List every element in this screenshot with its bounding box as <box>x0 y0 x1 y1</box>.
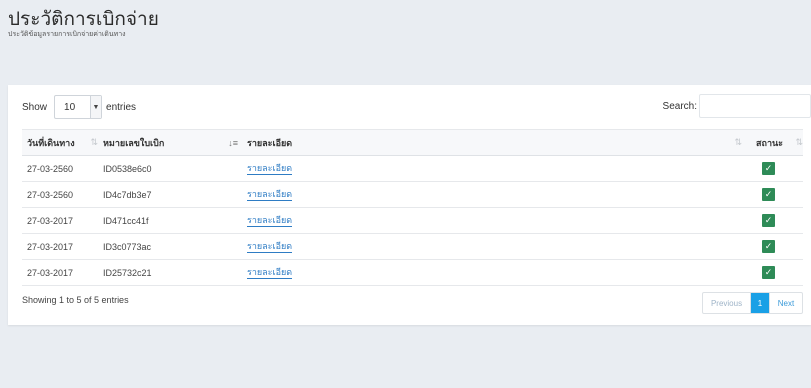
cell-date: 27-03-2560 <box>27 189 74 200</box>
pagination: Previous 1 Next <box>702 292 803 314</box>
column-label: วันที่เดินทาง <box>27 137 75 148</box>
detail-link[interactable]: รายละเอียด <box>247 189 293 201</box>
table-header: วันที่เดินทาง ⇅ หมายเลขใบเบิก ↓≡ รายละเอ… <box>22 129 803 156</box>
entries-label: entries <box>106 101 137 113</box>
detail-link[interactable]: รายละเอียด <box>247 163 293 175</box>
column-header-date[interactable]: วันที่เดินทาง ⇅ <box>22 136 98 150</box>
check-icon: ✓ <box>762 162 775 175</box>
sort-icon: ⇅ <box>90 137 98 147</box>
detail-link[interactable]: รายละเอียด <box>247 215 293 227</box>
pagination-previous-button[interactable]: Previous <box>703 293 751 313</box>
detail-link[interactable]: รายละเอียด <box>247 267 293 279</box>
entries-length-control: Show 10 ▼ entries <box>22 95 136 119</box>
detail-link[interactable]: รายละเอียด <box>247 241 293 253</box>
cell-date: 27-03-2560 <box>27 163 74 174</box>
chevron-down-icon: ▼ <box>90 96 102 118</box>
cell-id: ID471cc41f <box>103 215 149 226</box>
show-label: Show <box>22 101 48 113</box>
cell-id: ID4c7db3e7 <box>103 189 152 200</box>
sort-icon: ⇅ <box>795 137 803 147</box>
cell-id: ID0538e6c0 <box>103 163 152 174</box>
cell-date: 27-03-2017 <box>27 215 74 226</box>
search-control: Search: <box>663 94 811 118</box>
check-icon: ✓ <box>762 266 775 279</box>
check-icon: ✓ <box>762 214 775 227</box>
check-icon: ✓ <box>762 188 775 201</box>
pagination-page-button[interactable]: 1 <box>751 293 769 313</box>
column-header-id[interactable]: หมายเลขใบเบิก ↓≡ <box>98 136 242 150</box>
column-label: สถานะ <box>756 137 783 148</box>
entries-select-value: 10 <box>64 101 76 113</box>
column-header-detail[interactable]: รายละเอียด ⇅ <box>242 136 746 150</box>
check-icon: ✓ <box>762 240 775 253</box>
search-label: Search: <box>662 100 697 112</box>
column-label: หมายเลขใบเบิก <box>103 137 165 148</box>
sort-icon: ⇅ <box>734 137 742 147</box>
search-input[interactable] <box>699 94 811 118</box>
table-row: 27-03-2017 ID3c0773ac รายละเอียด ✓ <box>22 234 803 260</box>
history-card: Show 10 ▼ entries Search: วันที่เดินทาง … <box>8 85 811 325</box>
cell-id: ID3c0773ac <box>103 241 152 252</box>
sort-desc-icon: ↓≡ <box>228 137 238 148</box>
table-info: Showing 1 to 5 of 5 entries <box>22 295 129 305</box>
table-row: 27-03-2017 ID471cc41f รายละเอียด ✓ <box>22 208 803 234</box>
column-label: รายละเอียด <box>247 137 293 148</box>
page-subtitle: ประวัติข้อมูลรายการเบิกจ่ายค่าเดินทาง <box>8 30 126 38</box>
history-table: วันที่เดินทาง ⇅ หมายเลขใบเบิก ↓≡ รายละเอ… <box>22 129 803 286</box>
pagination-next-button[interactable]: Next <box>769 293 802 313</box>
cell-date: 27-03-2017 <box>27 241 74 252</box>
column-header-status[interactable]: สถานะ ⇅ <box>746 136 803 150</box>
cell-date: 27-03-2017 <box>27 267 74 278</box>
table-row: 27-03-2560 ID0538e6c0 รายละเอียด ✓ <box>22 156 803 182</box>
entries-select[interactable]: 10 ▼ <box>54 95 103 119</box>
cell-id: ID25732c21 <box>103 267 152 278</box>
table-row: 27-03-2017 ID25732c21 รายละเอียด ✓ <box>22 260 803 286</box>
table-row: 27-03-2560 ID4c7db3e7 รายละเอียด ✓ <box>22 182 803 208</box>
